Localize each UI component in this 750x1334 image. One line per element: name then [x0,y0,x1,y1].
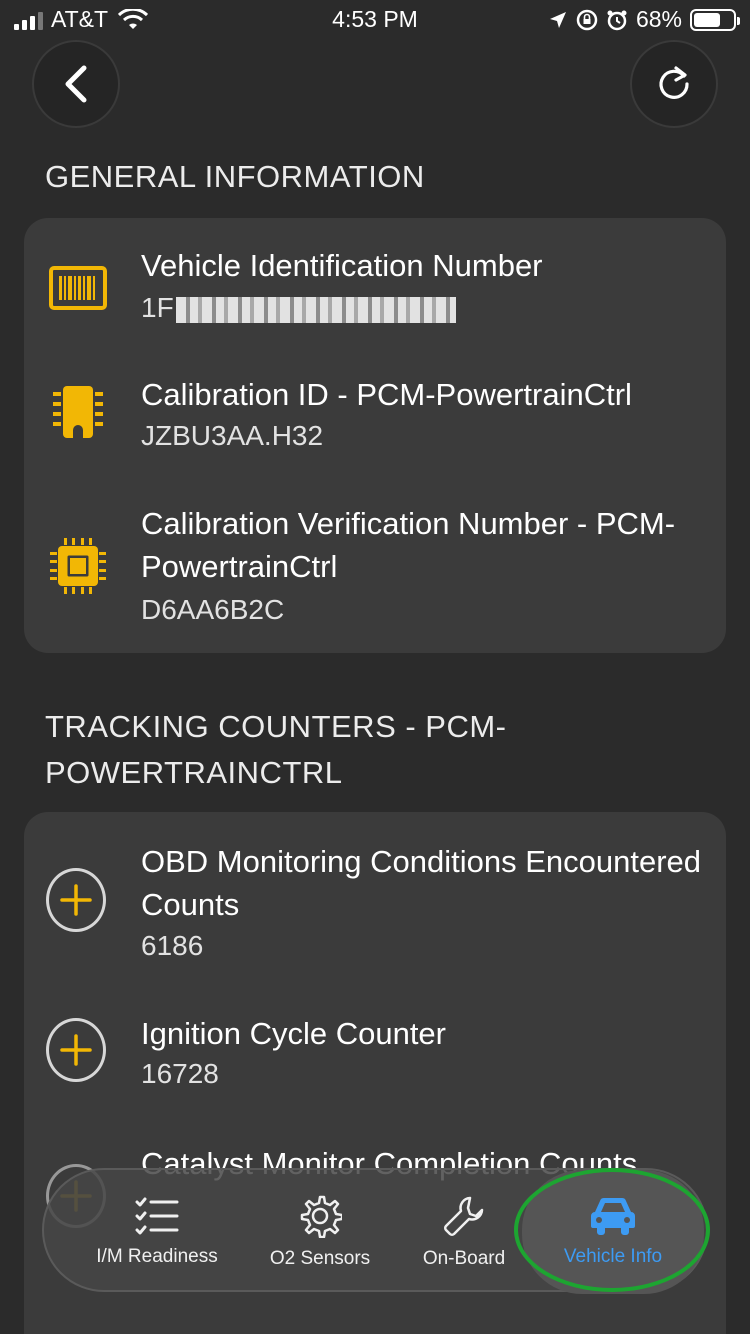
expand-button[interactable] [46,868,106,932]
chip-icon [48,382,108,442]
chevron-left-icon [65,65,87,103]
calibration-id-value: JZBU3AA.H32 [141,420,324,451]
battery-icon [690,8,740,31]
bottom-tab-bar: I/M Readiness O2 Sensors On-Board Vehicl… [42,1168,708,1294]
tab-o2-sensors[interactable]: O2 Sensors [250,1170,390,1294]
ignition-cycle-label: Ignition Cycle Counter [141,1016,446,1051]
cvn-label: Calibration Verification Number - PCM-Po… [141,506,676,584]
refresh-button[interactable] [630,40,718,128]
calibration-id-label: Calibration ID - PCM-PowertrainCtrl [141,377,632,412]
cvn-value: D6AA6B2C [141,594,285,625]
tracking-counters-heading: TRACKING COUNTERS - PCM-POWERTRAINCTRL [45,709,507,790]
list-item-obd-monitoring[interactable]: OBD Monitoring Conditions Encountered Co… [24,840,726,980]
processor-icon [48,536,108,596]
general-information-heading: GENERAL INFORMATION [45,159,425,194]
tab-on-board[interactable]: On-Board [400,1170,528,1294]
back-button[interactable] [32,40,120,128]
tab-im-readiness[interactable]: I/M Readiness [72,1170,242,1294]
barcode-icon [48,258,108,318]
list-item-ignition-cycle[interactable]: Ignition Cycle Counter 16728 [24,1012,726,1112]
tab-vehicle-info[interactable]: Vehicle Info [522,1170,704,1294]
obd-monitoring-label: OBD Monitoring Conditions Encountered Co… [141,844,702,922]
alarm-icon [607,10,627,30]
ignition-cycle-value: 16728 [141,1058,219,1089]
vin-value: 1F [141,292,456,324]
plus-circle-icon [46,1018,106,1082]
rotation-lock-icon [576,9,598,30]
general-information-card: Vehicle Identification Number 1F Calibra… [24,218,726,653]
tab-im-readiness-label: I/M Readiness [96,1246,218,1267]
wrench-icon [444,1196,484,1236]
list-item-vin[interactable]: Vehicle Identification Number 1F [24,242,726,342]
refresh-icon [659,66,689,99]
vin-value-text: 1F [141,292,174,323]
status-bar: AT&T 4:53 PM 68% [0,0,750,40]
battery-percent: 68% [635,6,682,32]
plus-circle-icon [46,868,106,932]
list-item-calibration-id[interactable]: Calibration ID - PCM-PowertrainCtrl JZBU… [24,372,726,472]
tab-vehicle-info-label: Vehicle Info [563,1246,663,1267]
status-right: 68% [548,6,740,33]
tab-o2-sensors-label: O2 Sensors [269,1248,371,1269]
location-arrow-icon [549,11,566,28]
vin-redacted [175,296,456,323]
gear-icon [300,1195,342,1238]
vin-label: Vehicle Identification Number [141,248,543,283]
obd-monitoring-value: 6186 [141,930,204,961]
car-icon [591,1197,635,1235]
list-item-cvn[interactable]: Calibration Verification Number - PCM-Po… [24,502,726,642]
checklist-icon [135,1197,179,1235]
tab-on-board-label: On-Board [422,1248,506,1269]
battery-fill [694,12,720,27]
expand-button[interactable] [46,1018,106,1082]
